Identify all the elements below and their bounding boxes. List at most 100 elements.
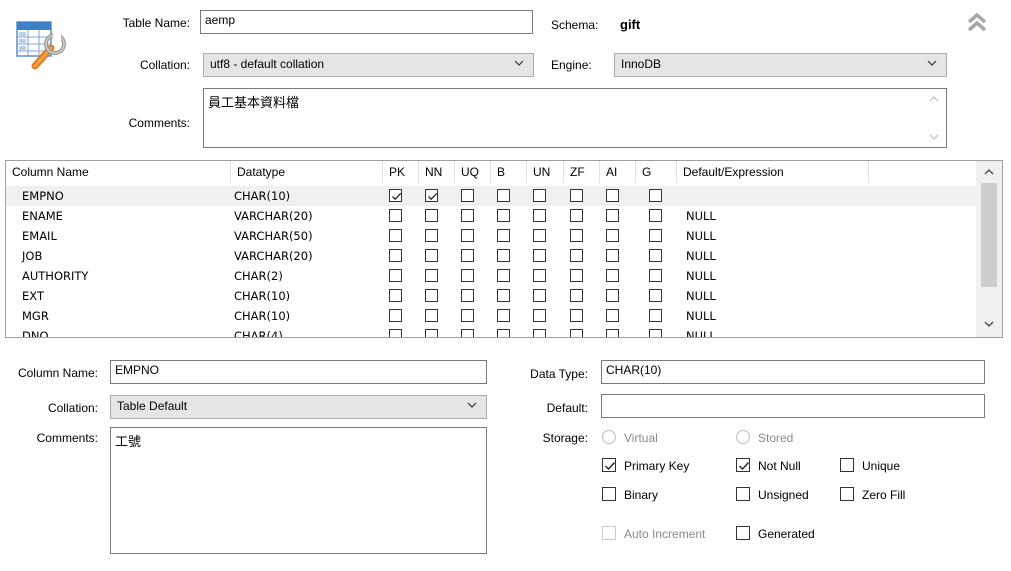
b-checkbox[interactable]	[497, 249, 510, 262]
column-collation-select[interactable]: Table Default	[110, 395, 487, 419]
column-name-cell[interactable]: ENAME	[22, 206, 63, 226]
header-ai[interactable]: AI	[600, 161, 636, 183]
nn-checkbox[interactable]	[425, 289, 438, 302]
header-nn[interactable]: NN	[419, 161, 455, 183]
pk-checkbox[interactable]	[389, 309, 402, 322]
nn-checkbox[interactable]	[425, 309, 438, 322]
pk-checkbox[interactable]	[389, 329, 402, 337]
datatype-cell[interactable]: CHAR(10)	[234, 186, 290, 206]
header-datatype[interactable]: Datatype	[231, 161, 383, 183]
nn-checkbox[interactable]	[425, 329, 438, 337]
un-checkbox[interactable]	[533, 289, 546, 302]
datatype-cell[interactable]: CHAR(10)	[234, 306, 290, 326]
ai-checkbox[interactable]	[606, 329, 619, 337]
g-checkbox[interactable]	[649, 209, 662, 222]
un-checkbox[interactable]	[533, 189, 546, 202]
zf-checkbox[interactable]	[570, 249, 583, 262]
data-type-input[interactable]: CHAR(10)	[601, 360, 985, 384]
un-checkbox[interactable]	[533, 229, 546, 242]
table-row[interactable]: EXT CHAR(10) NULL	[6, 286, 976, 306]
engine-select[interactable]: InnoDB	[614, 53, 947, 77]
un-checkbox[interactable]	[533, 209, 546, 222]
b-checkbox[interactable]	[497, 189, 510, 202]
column-name-cell[interactable]: EMPNO	[22, 186, 64, 206]
ai-checkbox[interactable]	[606, 189, 619, 202]
zf-checkbox[interactable]	[570, 329, 583, 337]
header-un[interactable]: UN	[527, 161, 564, 183]
table-row[interactable]: AUTHORITY CHAR(2) NULL	[6, 266, 976, 286]
zero-fill-checkbox[interactable]	[840, 487, 854, 501]
zf-checkbox[interactable]	[570, 289, 583, 302]
pk-checkbox[interactable]	[389, 209, 402, 222]
uq-checkbox[interactable]	[461, 289, 474, 302]
scroll-down-icon[interactable]	[928, 131, 940, 143]
nn-checkbox[interactable]	[425, 189, 438, 202]
header-pk[interactable]: PK	[383, 161, 419, 183]
default-expression-cell[interactable]: NULL	[686, 286, 716, 306]
g-checkbox[interactable]	[649, 269, 662, 282]
stored-radio[interactable]	[736, 430, 750, 444]
un-checkbox[interactable]	[533, 329, 546, 337]
scroll-down-icon[interactable]	[983, 318, 995, 330]
zf-checkbox[interactable]	[570, 189, 583, 202]
virtual-radio[interactable]	[602, 430, 616, 444]
unique-checkbox[interactable]	[840, 458, 854, 472]
b-checkbox[interactable]	[497, 289, 510, 302]
column-name-cell[interactable]: EXT	[22, 286, 44, 306]
default-expression-cell[interactable]: NULL	[686, 266, 716, 286]
table-row[interactable]: EMAIL VARCHAR(50) NULL	[6, 226, 976, 246]
un-checkbox[interactable]	[533, 249, 546, 262]
not-null-checkbox[interactable]	[736, 458, 750, 472]
header-g[interactable]: G	[636, 161, 677, 183]
table-row[interactable]: JOB VARCHAR(20) NULL	[6, 246, 976, 266]
g-checkbox[interactable]	[649, 249, 662, 262]
nn-checkbox[interactable]	[425, 249, 438, 262]
datatype-cell[interactable]: CHAR(2)	[234, 266, 283, 286]
nn-checkbox[interactable]	[425, 229, 438, 242]
column-comments-textarea[interactable]: 工號	[110, 427, 487, 554]
scroll-up-icon[interactable]	[983, 166, 995, 178]
unsigned-checkbox[interactable]	[736, 487, 750, 501]
nn-checkbox[interactable]	[425, 269, 438, 282]
primary-key-checkbox[interactable]	[602, 458, 616, 472]
column-name-cell[interactable]: MGR	[22, 306, 49, 326]
b-checkbox[interactable]	[497, 309, 510, 322]
datatype-cell[interactable]: CHAR(4)	[234, 326, 283, 337]
grid-vertical-scrollbar[interactable]	[976, 161, 1002, 337]
uq-checkbox[interactable]	[461, 189, 474, 202]
column-name-cell[interactable]: EMAIL	[22, 226, 57, 246]
scroll-up-icon[interactable]	[928, 93, 940, 105]
ai-checkbox[interactable]	[606, 229, 619, 242]
uq-checkbox[interactable]	[461, 309, 474, 322]
g-checkbox[interactable]	[649, 309, 662, 322]
table-comments-textarea[interactable]: 員工基本資料檔	[203, 88, 947, 148]
pk-checkbox[interactable]	[389, 249, 402, 262]
uq-checkbox[interactable]	[461, 329, 474, 337]
binary-checkbox[interactable]	[602, 487, 616, 501]
g-checkbox[interactable]	[649, 229, 662, 242]
header-zf[interactable]: ZF	[564, 161, 600, 183]
default-expression-cell[interactable]: NULL	[686, 246, 716, 266]
default-input[interactable]	[601, 394, 985, 418]
zf-checkbox[interactable]	[570, 229, 583, 242]
default-expression-cell[interactable]: NULL	[686, 226, 716, 246]
table-row[interactable]: MGR CHAR(10) NULL	[6, 306, 976, 326]
grid-scroll-thumb[interactable]	[981, 183, 997, 287]
default-expression-cell[interactable]: NULL	[686, 326, 716, 337]
columns-grid[interactable]: Column Name Datatype PK NN UQ B UN ZF AI…	[5, 160, 1003, 338]
b-checkbox[interactable]	[497, 209, 510, 222]
column-name-cell[interactable]: JOB	[22, 246, 42, 266]
nn-checkbox[interactable]	[425, 209, 438, 222]
pk-checkbox[interactable]	[389, 269, 402, 282]
b-checkbox[interactable]	[497, 269, 510, 282]
table-row[interactable]: DNO CHAR(4) NULL	[6, 326, 976, 337]
zf-checkbox[interactable]	[570, 209, 583, 222]
datatype-cell[interactable]: VARCHAR(20)	[234, 206, 313, 226]
pk-checkbox[interactable]	[389, 289, 402, 302]
column-name-input[interactable]: EMPNO	[110, 360, 487, 384]
zf-checkbox[interactable]	[570, 269, 583, 282]
table-name-input[interactable]: aemp	[200, 10, 533, 34]
uq-checkbox[interactable]	[461, 249, 474, 262]
ai-checkbox[interactable]	[606, 269, 619, 282]
pk-checkbox[interactable]	[389, 189, 402, 202]
